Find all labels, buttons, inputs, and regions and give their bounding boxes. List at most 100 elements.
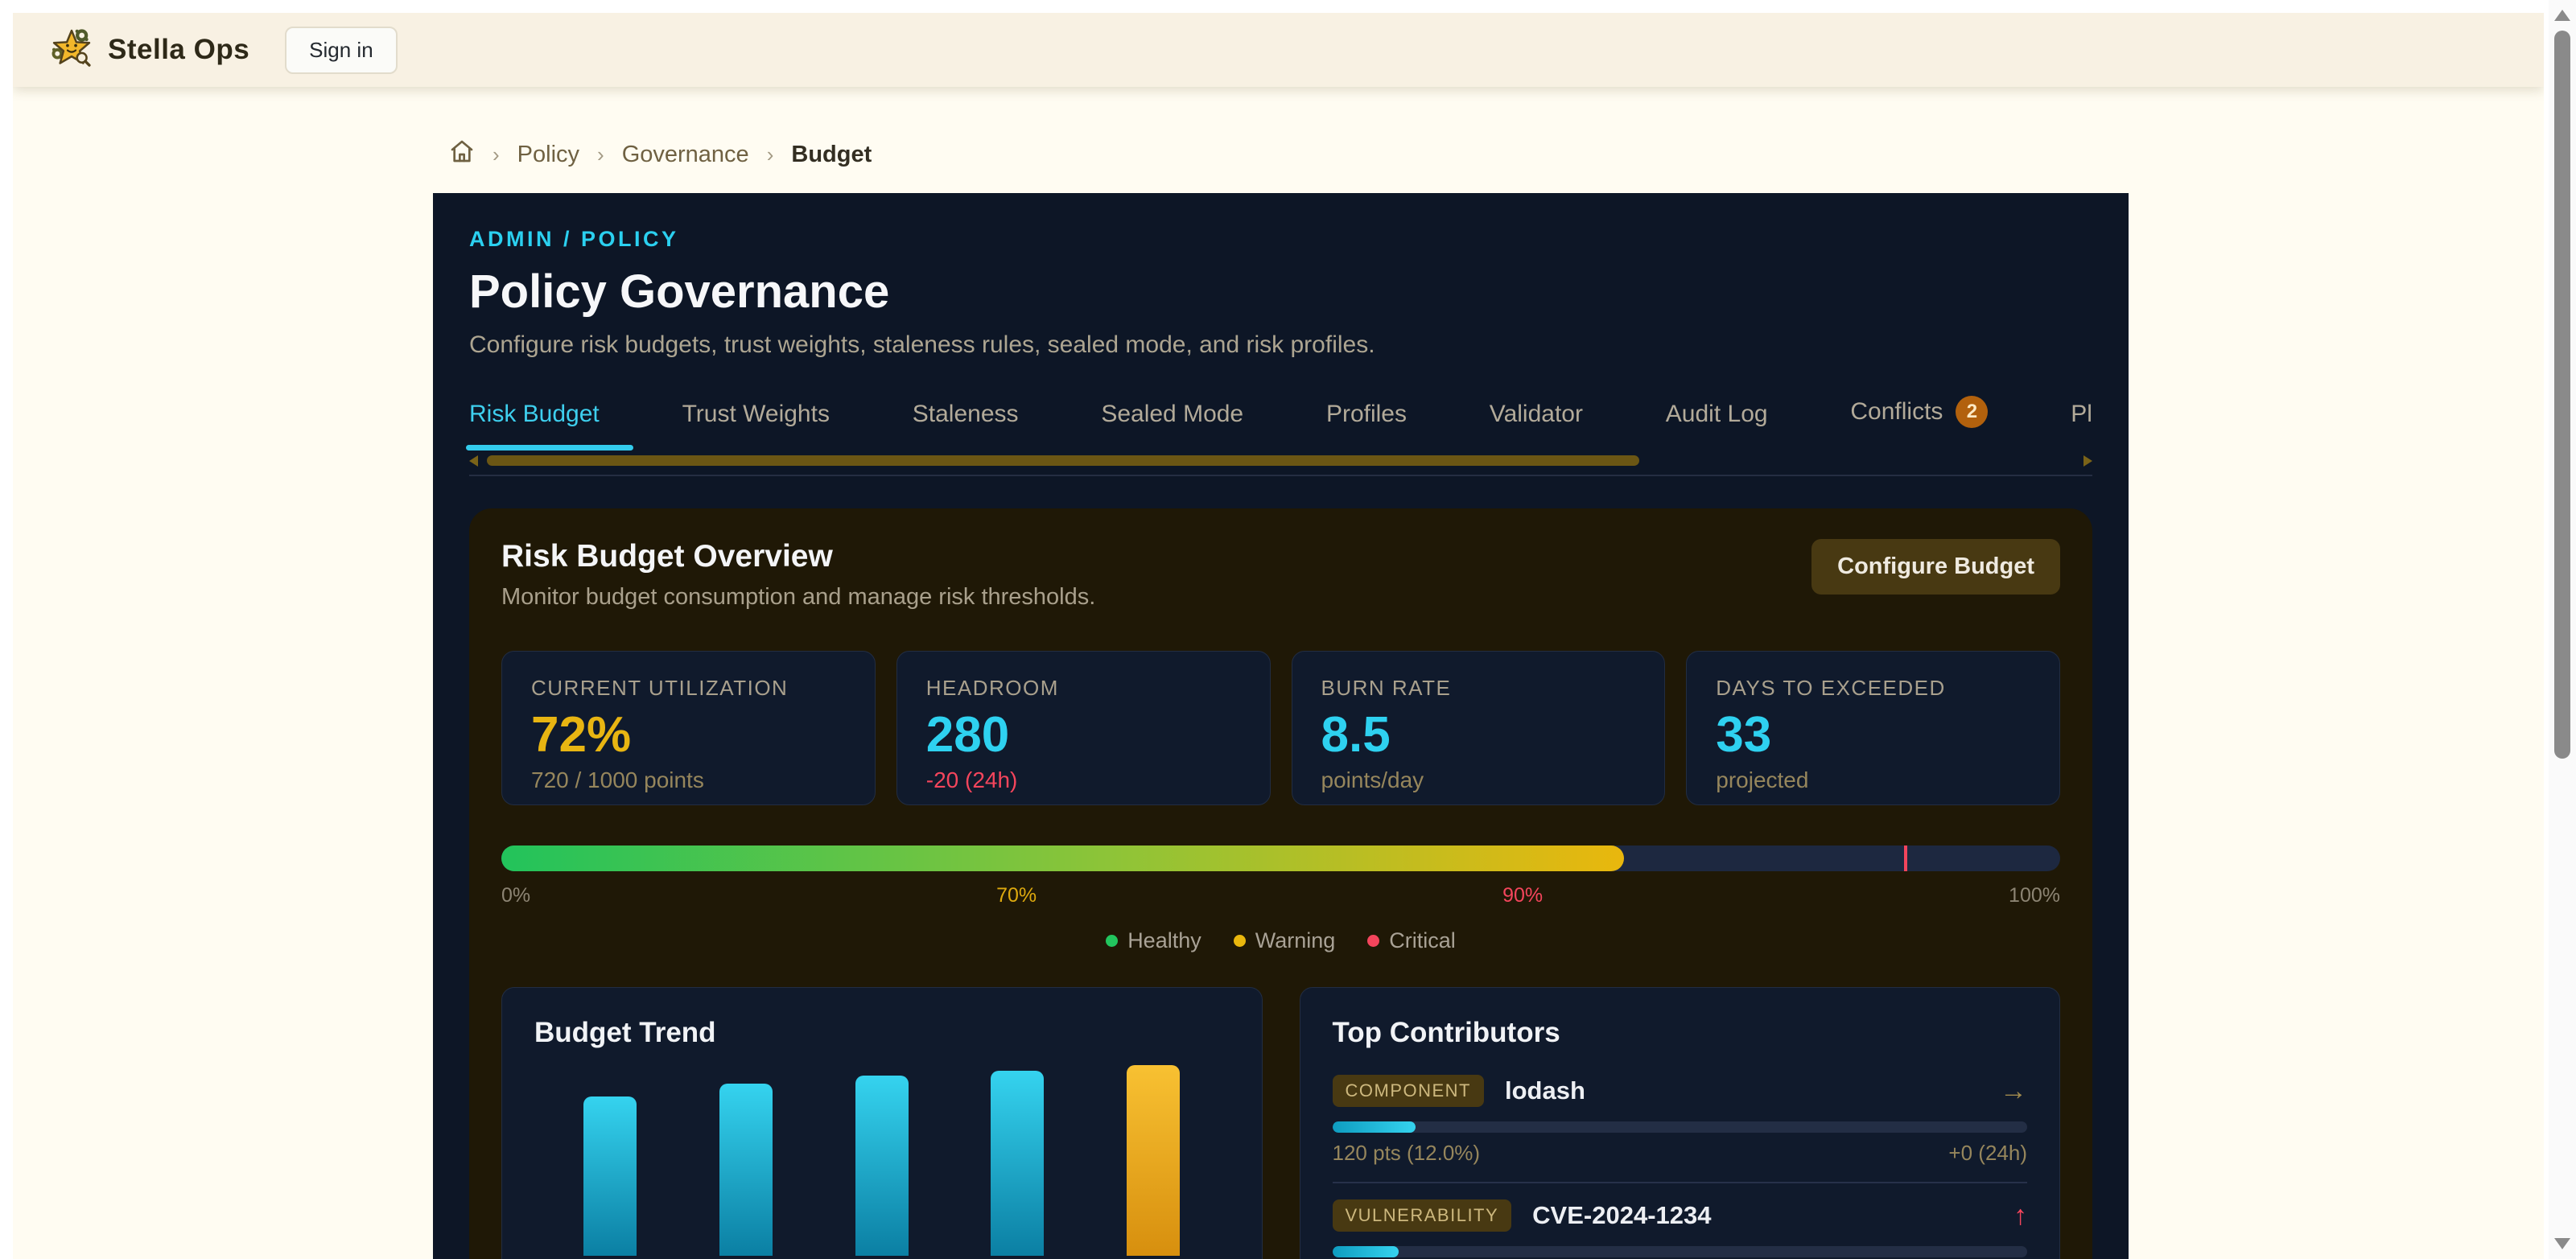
- contributor-divider: [1333, 1182, 2028, 1183]
- gauge-legend: Healthy Warning Critical: [501, 928, 2060, 953]
- top-contributors-list: COMPONENT lodash → 120 pts (12.0%) +0 (24h) V…: [1333, 1075, 2028, 1259]
- trend-bar-slot: [719, 1084, 773, 1256]
- trend-bar-12-1[interactable]: [583, 1096, 637, 1256]
- policy-governance-card: ADMIN / POLICY Policy Governance Configu…: [433, 193, 2129, 1259]
- scroll-up-icon[interactable]: [2554, 10, 2570, 21]
- page: Stella Ops Sign in ›Policy›Governance›Bu…: [13, 13, 2544, 1259]
- trend-flat-icon: →: [2000, 1076, 2027, 1107]
- tab-audit-log[interactable]: Audit Log: [1666, 401, 1768, 451]
- trend-bar-12-22[interactable]: [991, 1071, 1044, 1256]
- contributor-progress-track: [1333, 1246, 2028, 1257]
- stat-card-headroom: HEADROOM 280 -20 (24h): [896, 651, 1271, 805]
- contributor-row-head: VULNERABILITYCVE-2024-1234↑: [1333, 1199, 2028, 1232]
- stat-label: DAYS TO EXCEEDED: [1716, 676, 2030, 701]
- page-scrollbar-thumb[interactable]: [2554, 31, 2570, 759]
- contributor-progress-fill: [1333, 1121, 1416, 1133]
- stat-label: HEADROOM: [926, 676, 1241, 701]
- critical-dot-icon: [1367, 935, 1379, 947]
- breadcrumb-item-policy[interactable]: Policy: [517, 142, 579, 168]
- overview-title: Risk Budget Overview: [501, 539, 1095, 574]
- trend-bar-12-8[interactable]: [719, 1084, 773, 1256]
- scroll-left-icon[interactable]: [469, 455, 478, 467]
- tab-label: Pl: [2071, 401, 2092, 428]
- stat-subtext: -20 (24h): [926, 767, 1241, 793]
- app-header: Stella Ops Sign in: [13, 13, 2544, 87]
- page-title: Policy Governance: [469, 265, 2092, 319]
- configure-budget-button[interactable]: Configure Budget: [1811, 539, 2060, 595]
- stat-card-days-to-exceeded: DAYS TO EXCEEDED33projected: [1686, 651, 2060, 805]
- tab-label: Sealed Mode: [1101, 401, 1243, 428]
- gauge-critical-marker: [1904, 846, 1907, 871]
- contributor-name[interactable]: CVE-2024-1234: [1532, 1201, 1711, 1230]
- sign-in-button[interactable]: Sign in: [285, 27, 398, 74]
- stats-grid: CURRENT UTILIZATION72%720 / 1000 pointsH…: [501, 651, 2060, 805]
- contributor-progress-track: [1333, 1121, 2028, 1133]
- breadcrumb-separator-icon: ›: [597, 142, 604, 167]
- tab-label: Conflicts: [1850, 398, 1943, 426]
- breadcrumb-item-governance[interactable]: Governance: [622, 142, 749, 168]
- trend-bar-12-15[interactable]: [855, 1076, 909, 1256]
- tab-bar: Risk Budget Trust Weights Staleness Sealed …: [469, 396, 2092, 451]
- trend-bar-slot: [1127, 1065, 1180, 1256]
- scroll-down-icon[interactable]: [2554, 1238, 2570, 1249]
- tab-staleness[interactable]: Staleness: [913, 401, 1019, 451]
- top-contributors-title: Top Contributors: [1333, 1017, 2028, 1049]
- risk-budget-overview-panel: Risk Budget Overview Monitor budget cons…: [469, 508, 2092, 1259]
- stella-ops-logo-icon: [50, 27, 93, 74]
- tab-label: Audit Log: [1666, 401, 1768, 428]
- tab-sealed-mode[interactable]: Sealed Mode: [1101, 401, 1243, 451]
- healthy-dot-icon: [1106, 935, 1118, 947]
- tabs-scrollbar-thumb[interactable]: [487, 455, 1639, 466]
- contributor-row-cve-2024-1234: VULNERABILITYCVE-2024-1234↑95 pts (9.5%)…: [1333, 1199, 2028, 1259]
- tab-label: Risk Budget: [469, 401, 600, 428]
- budget-trend-chart: [534, 1065, 1230, 1256]
- tabs-scrollbar[interactable]: [469, 454, 2092, 468]
- legend-warning: Warning: [1234, 928, 1336, 953]
- stat-card-current-utilization: CURRENT UTILIZATION72%720 / 1000 points: [501, 651, 876, 805]
- breadcrumb-item-budget[interactable]: Budget: [791, 142, 872, 168]
- budget-gauge: 0%70%90%100% HealthyWarningCritical: [501, 846, 2060, 953]
- contributor-name[interactable]: lodash: [1505, 1076, 1585, 1105]
- tab-risk-budget[interactable]: Risk Budget: [469, 401, 600, 451]
- trend-bar-12-29[interactable]: [1127, 1065, 1180, 1256]
- tab-label: Trust Weights: [682, 401, 830, 428]
- tab-trust-weights[interactable]: Trust Weights: [682, 401, 830, 451]
- page-scrollbar[interactable]: [2549, 0, 2576, 1259]
- top-contributors-card: Top Contributors COMPONENT lodash → 120 pts…: [1300, 987, 2061, 1259]
- legend-healthy: Healthy: [1106, 928, 1201, 953]
- contributor-stats: 120 pts (12.0%) +0 (24h): [1333, 1141, 2028, 1166]
- gauge-threshold-labels: 0%70%90%100%: [501, 884, 2060, 907]
- brand: Stella Ops: [50, 27, 249, 74]
- tab-profiles[interactable]: Profiles: [1326, 401, 1407, 451]
- legend-label: Healthy: [1127, 928, 1201, 953]
- contributor-row-head: COMPONENT lodash →: [1333, 1075, 2028, 1107]
- gauge-fill: [501, 846, 1624, 871]
- trend-bar-slot: [991, 1071, 1044, 1256]
- gauge-label-70: 70%: [996, 884, 1037, 907]
- warning-dot-icon: [1234, 935, 1246, 947]
- budget-trend-title: Budget Trend: [534, 1017, 1230, 1049]
- conflicts-count-badge: 2: [1956, 396, 1988, 428]
- page-subtitle: Configure risk budgets, trust weights, s…: [469, 331, 2092, 359]
- overview-subtitle: Monitor budget consumption and manage ri…: [501, 584, 1095, 611]
- gauge-label-0: 0%: [501, 884, 530, 907]
- tab-pl[interactable]: Pl: [2071, 401, 2092, 451]
- contributor-type-badge: VULNERABILITY: [1333, 1199, 1512, 1232]
- contributor-type-badge: COMPONENT: [1333, 1075, 1485, 1107]
- tabs-divider: [469, 475, 2092, 476]
- stat-value: 280: [926, 709, 1241, 761]
- home-icon[interactable]: [449, 138, 475, 171]
- stat-label: CURRENT UTILIZATION: [531, 676, 846, 701]
- tab-label: Profiles: [1326, 401, 1407, 428]
- contributor-points: 120 pts (12.0%): [1333, 1141, 1481, 1166]
- gauge-label-100: 100%: [2009, 884, 2060, 907]
- stat-value: 72%: [531, 709, 846, 761]
- legend-critical: Critical: [1367, 928, 1456, 953]
- contributor-delta: +0 (24h): [1948, 1141, 2027, 1166]
- scroll-right-icon[interactable]: [2083, 455, 2092, 467]
- trend-bar-slot: [855, 1076, 909, 1256]
- tab-conflicts[interactable]: Conflicts 2: [1850, 396, 1988, 451]
- tab-validator[interactable]: Validator: [1490, 401, 1583, 451]
- breadcrumb: ›Policy›Governance›Budget: [449, 138, 872, 171]
- stat-value: 8.5: [1321, 709, 1636, 761]
